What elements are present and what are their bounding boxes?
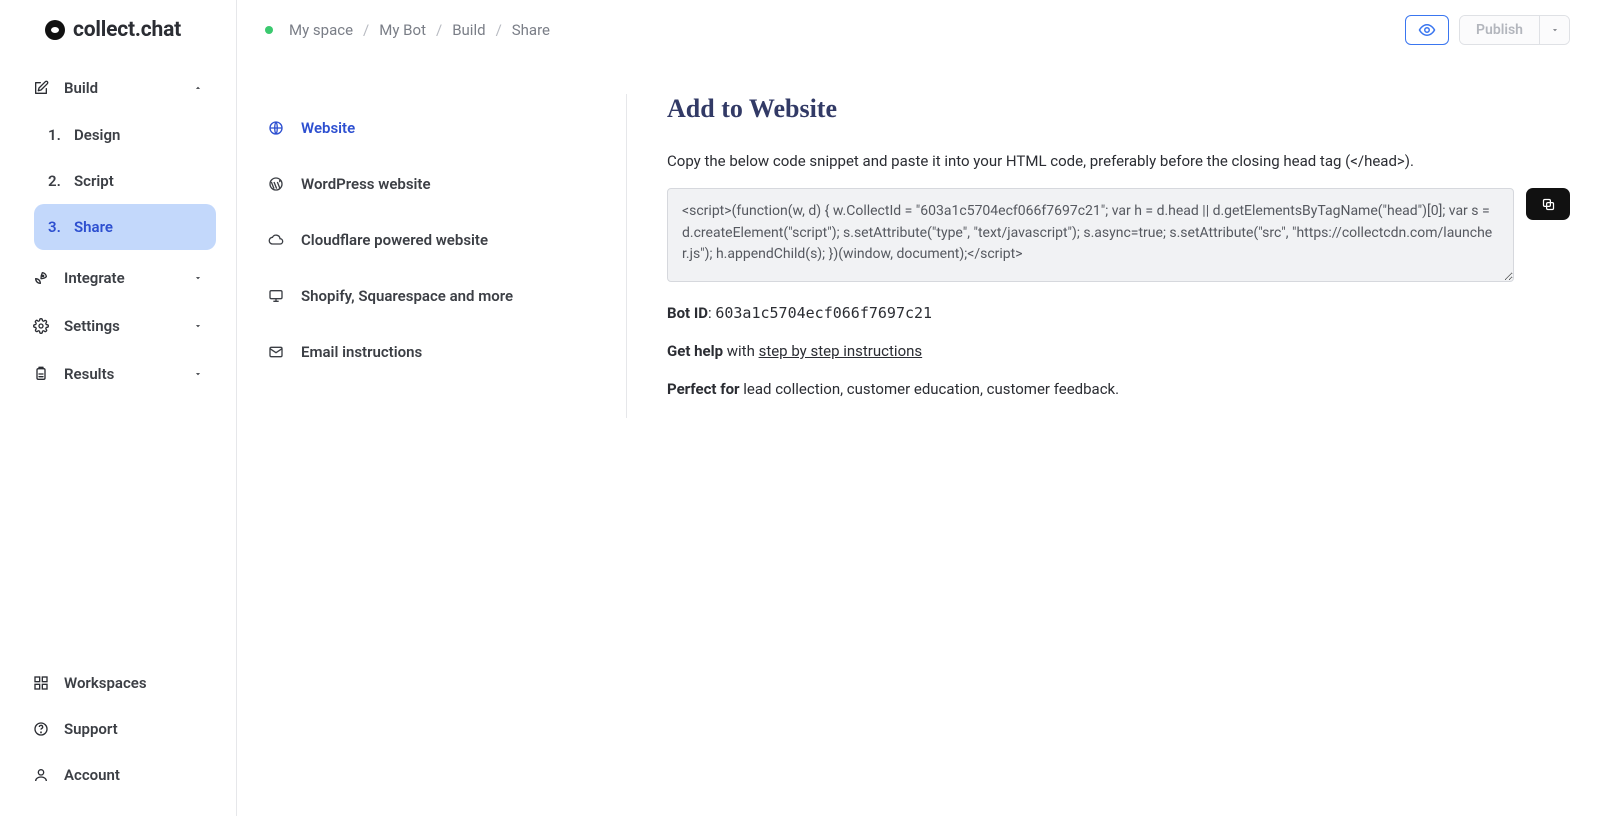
cloud-icon (267, 231, 285, 249)
bot-id-value: 603a1c5704ecf066f7697c21 (715, 304, 932, 322)
sidebar-item-label: Build (64, 79, 98, 97)
sidebar-item-account[interactable]: Account (20, 752, 216, 798)
status-dot-icon (265, 26, 273, 34)
grid-icon (32, 674, 50, 692)
subitem-num: 3. (48, 218, 62, 236)
sidebar-nav: Build 1. Design 2. Script 3. Share (0, 64, 236, 660)
share-item-label: Shopify, Squarespace and more (301, 287, 513, 305)
content: Website WordPress website Cloudflare pow… (237, 60, 1598, 418)
share-item-label: Website (301, 119, 355, 137)
code-snippet[interactable]: <script>(function(w, d) { w.CollectId = … (667, 188, 1514, 282)
publish-button[interactable]: Publish (1460, 16, 1539, 44)
breadcrumb-sep: / (496, 21, 502, 39)
eye-icon (1418, 21, 1436, 39)
footer-item-label: Workspaces (64, 674, 147, 692)
chevron-down-icon (192, 368, 204, 380)
help-icon (32, 720, 50, 738)
rocket-icon (32, 269, 50, 287)
sidebar-build-sub: 1. Design 2. Script 3. Share (20, 112, 216, 250)
logo[interactable]: collect.chat (0, 0, 236, 64)
perfect-for-row: Perfect for lead collection, customer ed… (667, 380, 1570, 398)
sidebar-item-build[interactable]: Build (20, 64, 216, 112)
sidebar-item-label: Results (64, 365, 114, 383)
get-help-row: Get help with step by step instructions (667, 342, 1570, 360)
subitem-num: 2. (48, 172, 62, 190)
share-target-list: Website WordPress website Cloudflare pow… (265, 94, 627, 418)
sidebar-subitem-design[interactable]: 1. Design (34, 112, 216, 158)
footer-item-label: Support (64, 720, 118, 738)
sidebar: collect.chat Build 1. Design 2. Script 3… (0, 0, 237, 816)
logo-text: collect.chat (73, 18, 181, 42)
edit-icon (32, 79, 50, 97)
step-by-step-link[interactable]: step by step instructions (759, 342, 923, 360)
gear-icon (32, 317, 50, 335)
breadcrumb-item[interactable]: My Bot (379, 21, 426, 39)
breadcrumb: My space / My Bot / Build / Share (289, 21, 550, 39)
code-row: <script>(function(w, d) { w.CollectId = … (667, 188, 1570, 282)
monitor-icon (267, 287, 285, 305)
sidebar-subitem-share[interactable]: 3. Share (34, 204, 216, 250)
breadcrumb-item[interactable]: My space (289, 21, 353, 39)
share-item-shopify[interactable]: Shopify, Squarespace and more (265, 268, 626, 324)
logo-mark-icon (45, 20, 65, 40)
breadcrumb-item[interactable]: Share (512, 21, 550, 39)
sidebar-footer: Workspaces Support Account (0, 660, 236, 816)
share-item-email[interactable]: Email instructions (265, 324, 626, 380)
sidebar-item-workspaces[interactable]: Workspaces (20, 660, 216, 706)
copy-button[interactable] (1526, 188, 1570, 220)
get-help-label: Get help (667, 342, 723, 360)
footer-item-label: Account (64, 766, 120, 784)
sidebar-subitem-script[interactable]: 2. Script (34, 158, 216, 204)
preview-button[interactable] (1405, 15, 1449, 45)
share-item-label: Email instructions (301, 343, 422, 361)
user-icon (32, 766, 50, 784)
get-help-mid: with (723, 342, 759, 360)
mail-icon (267, 343, 285, 361)
sidebar-item-label: Settings (64, 317, 120, 335)
breadcrumb-item[interactable]: Build (452, 21, 485, 39)
globe-icon (267, 119, 285, 137)
chevron-up-icon (192, 82, 204, 94)
breadcrumb-sep: / (363, 21, 369, 39)
publish-button-group: Publish (1459, 15, 1570, 45)
breadcrumb-sep: / (436, 21, 442, 39)
topbar: My space / My Bot / Build / Share Publis… (237, 0, 1598, 60)
chevron-down-icon (192, 272, 204, 284)
subitem-num: 1. (48, 126, 62, 144)
chevron-down-icon (192, 320, 204, 332)
share-item-label: Cloudflare powered website (301, 231, 488, 249)
perfect-for-text: lead collection, customer education, cus… (740, 380, 1120, 398)
share-item-website[interactable]: Website (265, 100, 626, 156)
share-item-wordpress[interactable]: WordPress website (265, 156, 626, 212)
wordpress-icon (267, 175, 285, 193)
share-panel: Add to Website Copy the below code snipp… (627, 94, 1570, 418)
share-item-cloudflare[interactable]: Cloudflare powered website (265, 212, 626, 268)
clipboard-icon (32, 365, 50, 383)
publish-dropdown[interactable] (1539, 16, 1569, 44)
sidebar-item-support[interactable]: Support (20, 706, 216, 752)
bot-id-row: Bot ID: 603a1c5704ecf066f7697c21 (667, 304, 1570, 322)
share-item-label: WordPress website (301, 175, 431, 193)
panel-title: Add to Website (667, 94, 1570, 124)
subitem-label: Share (74, 218, 113, 236)
sidebar-item-results[interactable]: Results (20, 350, 216, 398)
perfect-for-label: Perfect for (667, 380, 740, 398)
main: My space / My Bot / Build / Share Publis… (237, 0, 1598, 816)
bot-id-label: Bot ID (667, 304, 708, 322)
chevron-down-icon (1550, 25, 1560, 35)
copy-icon (1541, 197, 1556, 212)
panel-lead: Copy the below code snippet and paste it… (667, 152, 1570, 170)
sidebar-item-settings[interactable]: Settings (20, 302, 216, 350)
subitem-label: Script (74, 172, 114, 190)
sidebar-item-integrate[interactable]: Integrate (20, 254, 216, 302)
topbar-actions: Publish (1405, 15, 1570, 45)
subitem-label: Design (74, 126, 120, 144)
sidebar-item-label: Integrate (64, 269, 125, 287)
